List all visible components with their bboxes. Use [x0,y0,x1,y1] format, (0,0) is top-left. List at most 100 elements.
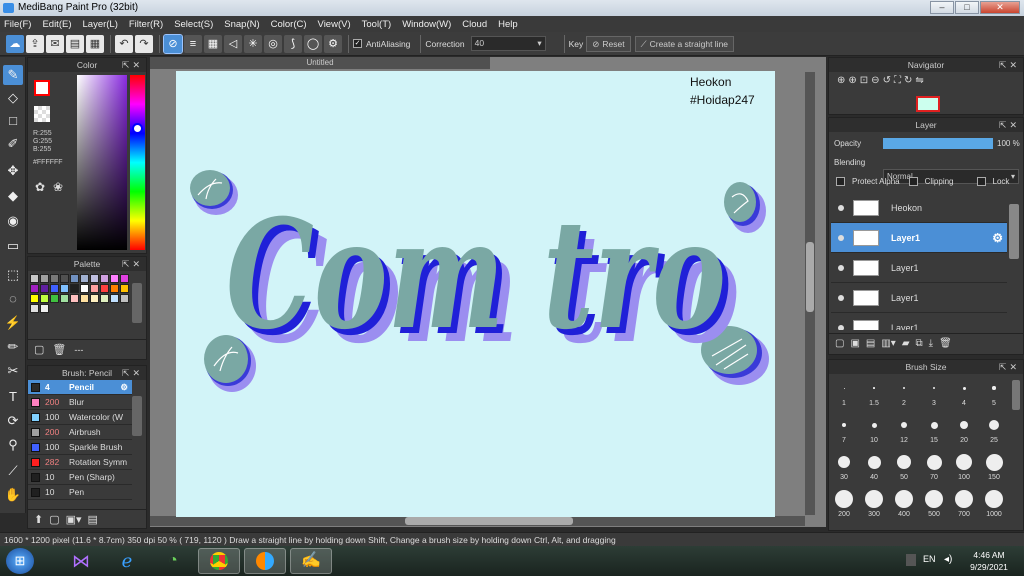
palette-swatch[interactable] [50,294,59,303]
brush-size-dot[interactable] [865,490,883,508]
text-tool-icon[interactable]: T [3,387,23,407]
brush-size-dot[interactable] [925,490,943,508]
chrome-icon[interactable] [198,548,240,574]
lasso-tool-icon[interactable]: ◌ [3,289,23,309]
curve-snap-icon[interactable]: ⟆ [284,34,302,53]
cloud-icon[interactable]: ☁ [6,34,24,53]
brush-size-dot[interactable] [992,386,996,390]
magic-wand-tool-icon[interactable]: ⚡ [3,313,23,333]
palette-swatch[interactable] [80,274,89,283]
gear-icon[interactable]: ⚙ [992,231,1003,245]
palette-swatch[interactable] [110,274,119,283]
palette-swatch[interactable] [60,274,69,283]
rotate-right-icon[interactable]: ↻ [904,75,912,86]
maximize-button[interactable]: □ [955,1,979,14]
redo-icon[interactable]: ↷ [135,34,153,53]
menu-filter[interactable]: Filter(R) [129,19,163,30]
palette-swatch[interactable] [50,274,59,283]
palette-swatch[interactable] [60,284,69,293]
brush-size-scrollbar[interactable] [1012,380,1020,410]
brush-size-dot[interactable] [955,490,973,508]
layer-row[interactable]: Layer1 [831,253,1007,283]
brush-size-dot[interactable] [873,387,875,389]
panel-pin-close-icon[interactable]: ⇱✕ [999,118,1020,132]
gradient-tool-icon[interactable]: ▭ [3,236,23,256]
visibility-eye-icon[interactable] [838,204,844,211]
transparent-color-swatch[interactable] [34,106,50,122]
new-8bit-layer-icon[interactable]: ▤ [866,338,875,349]
snap-off-icon[interactable]: ⊘ [163,33,183,54]
delete-palette-icon[interactable]: 🗑 [52,343,66,356]
paint-icon[interactable]: ✍ [290,548,332,574]
foreground-color-swatch[interactable] [34,80,50,96]
palette-swatch[interactable] [110,294,119,303]
color-wheel-icon[interactable]: ✿ [35,180,45,194]
menu-view[interactable]: View(V) [318,19,351,30]
palette-swatch[interactable] [30,274,39,283]
color-picker-icon[interactable]: ❀ [53,180,63,194]
palette-more-label[interactable]: --- [74,345,83,355]
palette-swatch[interactable] [120,284,129,293]
visibility-eye-icon[interactable] [838,234,844,241]
straight-line-button[interactable]: ⟋ Create a straight line [634,35,735,52]
visibility-eye-icon[interactable] [838,264,844,271]
palette-swatch[interactable] [100,274,109,283]
palette-swatch[interactable] [70,294,79,303]
panel-pin-close-icon[interactable]: ⇱✕ [999,58,1020,72]
brush-size-dot[interactable] [843,387,845,389]
clock[interactable]: 4:46 AM 9/29/2021 [962,549,1016,573]
layer-row[interactable]: Layer1 [831,313,1007,330]
brush-item[interactable]: 100 Sparkle Brush [28,440,132,455]
palette-swatch[interactable] [70,284,79,293]
brush-size-dot[interactable] [867,455,881,469]
palette-swatch[interactable] [110,284,119,293]
zoom-in-alt-icon[interactable]: ⊕ [848,75,856,86]
palette-swatch[interactable] [30,304,39,313]
brush-size-dot[interactable] [871,422,877,428]
brush-item[interactable]: 10 Pen [28,485,132,500]
palette-swatch[interactable] [90,274,99,283]
radial-snap-icon[interactable]: ✳ [244,34,262,53]
new-palette-icon[interactable]: ▢ [34,343,44,356]
move-tool-icon[interactable]: ✥ [3,161,23,181]
minimize-button[interactable]: ‒ [930,1,954,14]
fullscreen-icon[interactable]: ⛶ [894,75,901,86]
new-halftone-layer-icon[interactable]: ▣ [850,338,859,349]
palette-swatch[interactable] [70,274,79,283]
saturation-brightness-picker[interactable] [77,75,127,250]
palette-swatch[interactable] [30,294,39,303]
share-icon[interactable]: ⇪ [26,34,44,53]
language-indicator[interactable]: EN [923,554,936,564]
brush-scrollbar[interactable] [132,396,142,436]
comment-icon[interactable]: ✉ [46,34,64,53]
start-button-icon[interactable]: ⊞ [6,548,34,574]
grid-snap-icon[interactable]: ▦ [204,34,222,53]
perspective-snap-icon[interactable]: ◁ [224,34,242,53]
rotate-left-icon[interactable]: ↺ [883,75,891,86]
divide-tool-icon[interactable]: ⟋ [3,461,23,481]
palette-swatch[interactable] [40,304,49,313]
brush-size-dot[interactable] [901,422,907,428]
cloud-brush-icon[interactable]: ⬆ [34,513,43,526]
rectangle-tool-icon[interactable]: □ [3,111,23,131]
palette-swatch[interactable] [80,284,89,293]
palette-swatch[interactable] [50,284,59,293]
panel-pin-close-icon[interactable]: ⇱✕ [122,257,143,271]
duplicate-layer-icon[interactable]: ⧉ [916,338,923,349]
palette-swatch[interactable] [40,284,49,293]
palette-scrollbar[interactable] [132,283,142,323]
correction-dropdown[interactable]: 40 ▾ [470,36,546,51]
folder-icon[interactable]: ▰ [902,338,910,349]
brush-size-dot[interactable] [960,421,968,429]
brush-size-dot[interactable] [835,490,853,508]
navigator-preview[interactable] [916,96,940,112]
protect-alpha-checkbox[interactable] [836,177,845,186]
fit-icon[interactable]: ⊡ [860,75,868,86]
brush-size-dot[interactable] [926,454,942,470]
ellipse-snap-icon[interactable]: ◯ [304,34,322,53]
menu-help[interactable]: Help [498,19,518,30]
brush-size-dot[interactable] [842,423,846,427]
menu-layer[interactable]: Layer(L) [83,19,118,30]
menu-color[interactable]: Color(C) [271,19,307,30]
document-icon[interactable]: ▦ [86,34,104,53]
